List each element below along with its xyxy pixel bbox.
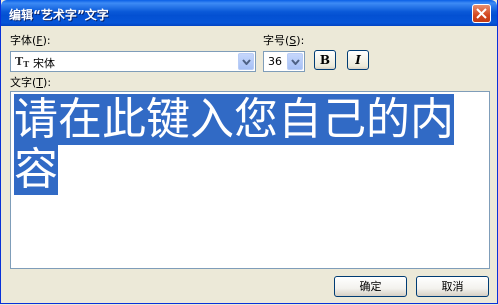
text-label: 文字(T): — [10, 76, 52, 89]
font-label-text: 字体 — [10, 34, 32, 47]
font-label: 字体(F): — [10, 34, 51, 47]
font-dropdown-button[interactable] — [238, 53, 254, 70]
title-bar[interactable]: 编辑“艺术字”文字 — [1, 0, 497, 26]
bold-button[interactable]: B — [314, 50, 336, 70]
close-icon — [476, 8, 487, 19]
bold-label: B — [319, 53, 331, 67]
chevron-down-icon — [291, 59, 300, 65]
italic-label: I — [355, 53, 361, 67]
text-label-accel: T — [36, 76, 44, 89]
truetype-font-icon: TT — [15, 55, 30, 69]
text-label-text: 文字 — [10, 76, 32, 89]
font-select[interactable]: TT 宋体 — [10, 51, 256, 72]
size-label-text: 字号 — [263, 34, 285, 47]
size-label-accel: S — [289, 34, 297, 47]
wordart-edit-dialog: 编辑“艺术字”文字 字体(F): TT 宋体 字号(S): 36 B I 文字(… — [0, 0, 498, 304]
chevron-down-icon — [242, 59, 251, 65]
selected-text: 请在此键入您自己的内容 — [14, 94, 454, 195]
size-select[interactable]: 36 — [263, 51, 305, 72]
italic-button[interactable]: I — [347, 50, 369, 70]
size-label: 字号(S): — [263, 34, 305, 47]
size-dropdown-button[interactable] — [287, 53, 303, 70]
dialog-title: 编辑“艺术字”文字 — [9, 8, 109, 22]
font-value: 宋体 — [33, 57, 55, 70]
wordart-text-input[interactable]: 请在此键入您自己的内容 — [10, 91, 490, 269]
size-value: 36 — [268, 55, 282, 68]
cancel-button[interactable]: 取消 — [416, 276, 489, 297]
font-label-accel: F — [36, 34, 43, 47]
wordart-text: 请在此键入您自己的内容 — [14, 94, 454, 195]
close-button[interactable] — [472, 4, 491, 23]
ok-button[interactable]: 确定 — [334, 276, 407, 297]
